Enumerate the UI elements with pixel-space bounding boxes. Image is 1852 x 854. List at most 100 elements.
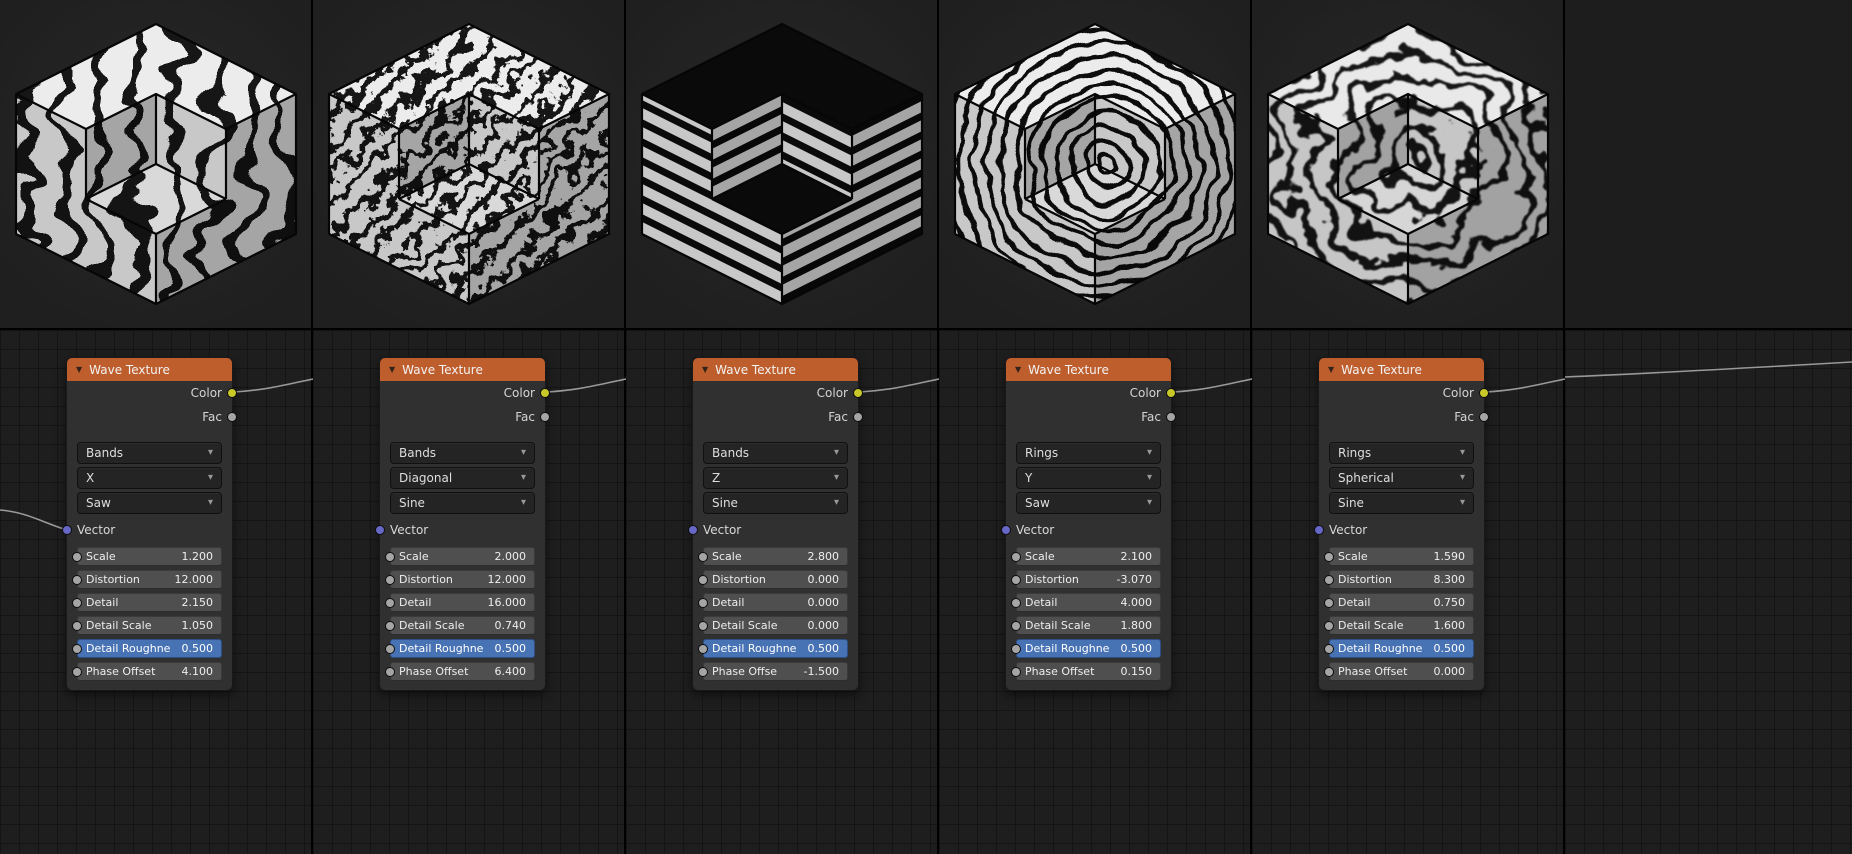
collapse-icon[interactable]: ▼ <box>76 366 82 374</box>
vector-input-socket[interactable] <box>688 525 698 535</box>
wave-texture-node[interactable]: ▼ Wave Texture Color Fac Bands ▾ X ▾ Saw… <box>66 357 233 691</box>
fac-output-socket[interactable] <box>540 412 550 422</box>
bands-direction-select[interactable]: Z ▾ <box>703 467 848 489</box>
param-input-socket[interactable] <box>385 552 395 562</box>
color-output-socket[interactable] <box>853 388 863 398</box>
wave-profile-select[interactable]: Saw ▾ <box>77 492 222 514</box>
scale-slider[interactable]: Scale 2.000 <box>390 547 535 566</box>
detail-scale-slider[interactable]: Detail Scale 1.600 <box>1329 616 1474 635</box>
bands-direction-select[interactable]: Spherical ▾ <box>1329 467 1474 489</box>
phase-offset-slider[interactable]: Phase Offset 0.000 <box>1329 662 1474 681</box>
scale-slider[interactable]: Scale 2.800 <box>703 547 848 566</box>
param-input-socket[interactable] <box>698 621 708 631</box>
wave-profile-select[interactable]: Sine ▾ <box>390 492 535 514</box>
param-input-socket[interactable] <box>698 552 708 562</box>
detail-slider[interactable]: Detail 4.000 <box>1016 593 1161 612</box>
detail-scale-slider[interactable]: Detail Scale 1.800 <box>1016 616 1161 635</box>
param-input-socket[interactable] <box>385 575 395 585</box>
bands-direction-select[interactable]: Y ▾ <box>1016 467 1161 489</box>
param-input-socket[interactable] <box>1011 644 1021 654</box>
wave-profile-select[interactable]: Sine ▾ <box>703 492 848 514</box>
vector-input-socket[interactable] <box>62 525 72 535</box>
param-input-socket[interactable] <box>1011 667 1021 677</box>
distortion-slider[interactable]: Distortion -3.070 <box>1016 570 1161 589</box>
wave-texture-node[interactable]: ▼ Wave Texture Color Fac Rings ▾ Spheric… <box>1318 357 1485 691</box>
color-output-socket[interactable] <box>540 388 550 398</box>
wave-type-select[interactable]: Rings ▾ <box>1329 442 1474 464</box>
param-input-socket[interactable] <box>1324 552 1334 562</box>
param-input-socket[interactable] <box>1324 644 1334 654</box>
phase-offset-slider[interactable]: Phase Offset 0.150 <box>1016 662 1161 681</box>
node-header[interactable]: ▼ Wave Texture <box>693 358 858 381</box>
node-editor-canvas[interactable]: ▼ Wave Texture Color Fac Bands ▾ Z ▾ Sin… <box>626 330 939 854</box>
fac-output-socket[interactable] <box>1479 412 1489 422</box>
scale-slider[interactable]: Scale 1.590 <box>1329 547 1474 566</box>
distortion-slider[interactable]: Distortion 0.000 <box>703 570 848 589</box>
node-editor-canvas[interactable] <box>1565 330 1852 854</box>
wave-texture-node[interactable]: ▼ Wave Texture Color Fac Rings ▾ Y ▾ Saw… <box>1005 357 1172 691</box>
vector-input-socket[interactable] <box>1001 525 1011 535</box>
wave-texture-node[interactable]: ▼ Wave Texture Color Fac Bands ▾ Diagona… <box>379 357 546 691</box>
node-editor-canvas[interactable]: ▼ Wave Texture Color Fac Rings ▾ Spheric… <box>1252 330 1565 854</box>
node-editor-canvas[interactable]: ▼ Wave Texture Color Fac Bands ▾ X ▾ Saw… <box>0 330 313 854</box>
detail-scale-slider[interactable]: Detail Scale 1.050 <box>77 616 222 635</box>
fac-output-socket[interactable] <box>227 412 237 422</box>
wave-texture-node[interactable]: ▼ Wave Texture Color Fac Bands ▾ Z ▾ Sin… <box>692 357 859 691</box>
wave-profile-select[interactable]: Sine ▾ <box>1329 492 1474 514</box>
detail-scale-slider[interactable]: Detail Scale 0.740 <box>390 616 535 635</box>
scale-slider[interactable]: Scale 2.100 <box>1016 547 1161 566</box>
detail-roughness-slider[interactable]: Detail Roughne 0.500 <box>390 639 535 658</box>
wave-profile-select[interactable]: Saw ▾ <box>1016 492 1161 514</box>
collapse-icon[interactable]: ▼ <box>1328 366 1334 374</box>
param-input-socket[interactable] <box>1011 575 1021 585</box>
param-input-socket[interactable] <box>72 552 82 562</box>
scale-slider[interactable]: Scale 1.200 <box>77 547 222 566</box>
param-input-socket[interactable] <box>698 598 708 608</box>
phase-offset-slider[interactable]: Phase Offset 4.100 <box>77 662 222 681</box>
param-input-socket[interactable] <box>1011 552 1021 562</box>
node-editor-canvas[interactable]: ▼ Wave Texture Color Fac Bands ▾ Diagona… <box>313 330 626 854</box>
fac-output-socket[interactable] <box>853 412 863 422</box>
wave-type-select[interactable]: Rings ▾ <box>1016 442 1161 464</box>
param-input-socket[interactable] <box>698 644 708 654</box>
distortion-slider[interactable]: Distortion 8.300 <box>1329 570 1474 589</box>
param-input-socket[interactable] <box>385 667 395 677</box>
param-input-socket[interactable] <box>1011 621 1021 631</box>
node-header[interactable]: ▼ Wave Texture <box>1006 358 1171 381</box>
detail-slider[interactable]: Detail 2.150 <box>77 593 222 612</box>
bands-direction-select[interactable]: X ▾ <box>77 467 222 489</box>
detail-roughness-slider[interactable]: Detail Roughne 0.500 <box>703 639 848 658</box>
node-header[interactable]: ▼ Wave Texture <box>380 358 545 381</box>
node-header[interactable]: ▼ Wave Texture <box>1319 358 1484 381</box>
detail-slider[interactable]: Detail 16.000 <box>390 593 535 612</box>
detail-slider[interactable]: Detail 0.750 <box>1329 593 1474 612</box>
collapse-icon[interactable]: ▼ <box>702 366 708 374</box>
detail-slider[interactable]: Detail 0.000 <box>703 593 848 612</box>
param-input-socket[interactable] <box>1324 621 1334 631</box>
param-input-socket[interactable] <box>698 575 708 585</box>
param-input-socket[interactable] <box>72 621 82 631</box>
collapse-icon[interactable]: ▼ <box>389 366 395 374</box>
fac-output-socket[interactable] <box>1166 412 1176 422</box>
phase-offset-slider[interactable]: Phase Offset 6.400 <box>390 662 535 681</box>
wave-type-select[interactable]: Bands ▾ <box>390 442 535 464</box>
detail-scale-slider[interactable]: Detail Scale 0.000 <box>703 616 848 635</box>
node-header[interactable]: ▼ Wave Texture <box>67 358 232 381</box>
param-input-socket[interactable] <box>72 667 82 677</box>
color-output-socket[interactable] <box>1479 388 1489 398</box>
distortion-slider[interactable]: Distortion 12.000 <box>77 570 222 589</box>
param-input-socket[interactable] <box>72 598 82 608</box>
node-editor-canvas[interactable]: ▼ Wave Texture Color Fac Rings ▾ Y ▾ Saw… <box>939 330 1252 854</box>
param-input-socket[interactable] <box>72 575 82 585</box>
param-input-socket[interactable] <box>1324 598 1334 608</box>
param-input-socket[interactable] <box>385 621 395 631</box>
param-input-socket[interactable] <box>1324 575 1334 585</box>
phase-offset-slider[interactable]: Phase Offse -1.500 <box>703 662 848 681</box>
vector-input-socket[interactable] <box>1314 525 1324 535</box>
param-input-socket[interactable] <box>385 598 395 608</box>
vector-input-socket[interactable] <box>375 525 385 535</box>
bands-direction-select[interactable]: Diagonal ▾ <box>390 467 535 489</box>
detail-roughness-slider[interactable]: Detail Roughne 0.500 <box>1329 639 1474 658</box>
color-output-socket[interactable] <box>1166 388 1176 398</box>
color-output-socket[interactable] <box>227 388 237 398</box>
